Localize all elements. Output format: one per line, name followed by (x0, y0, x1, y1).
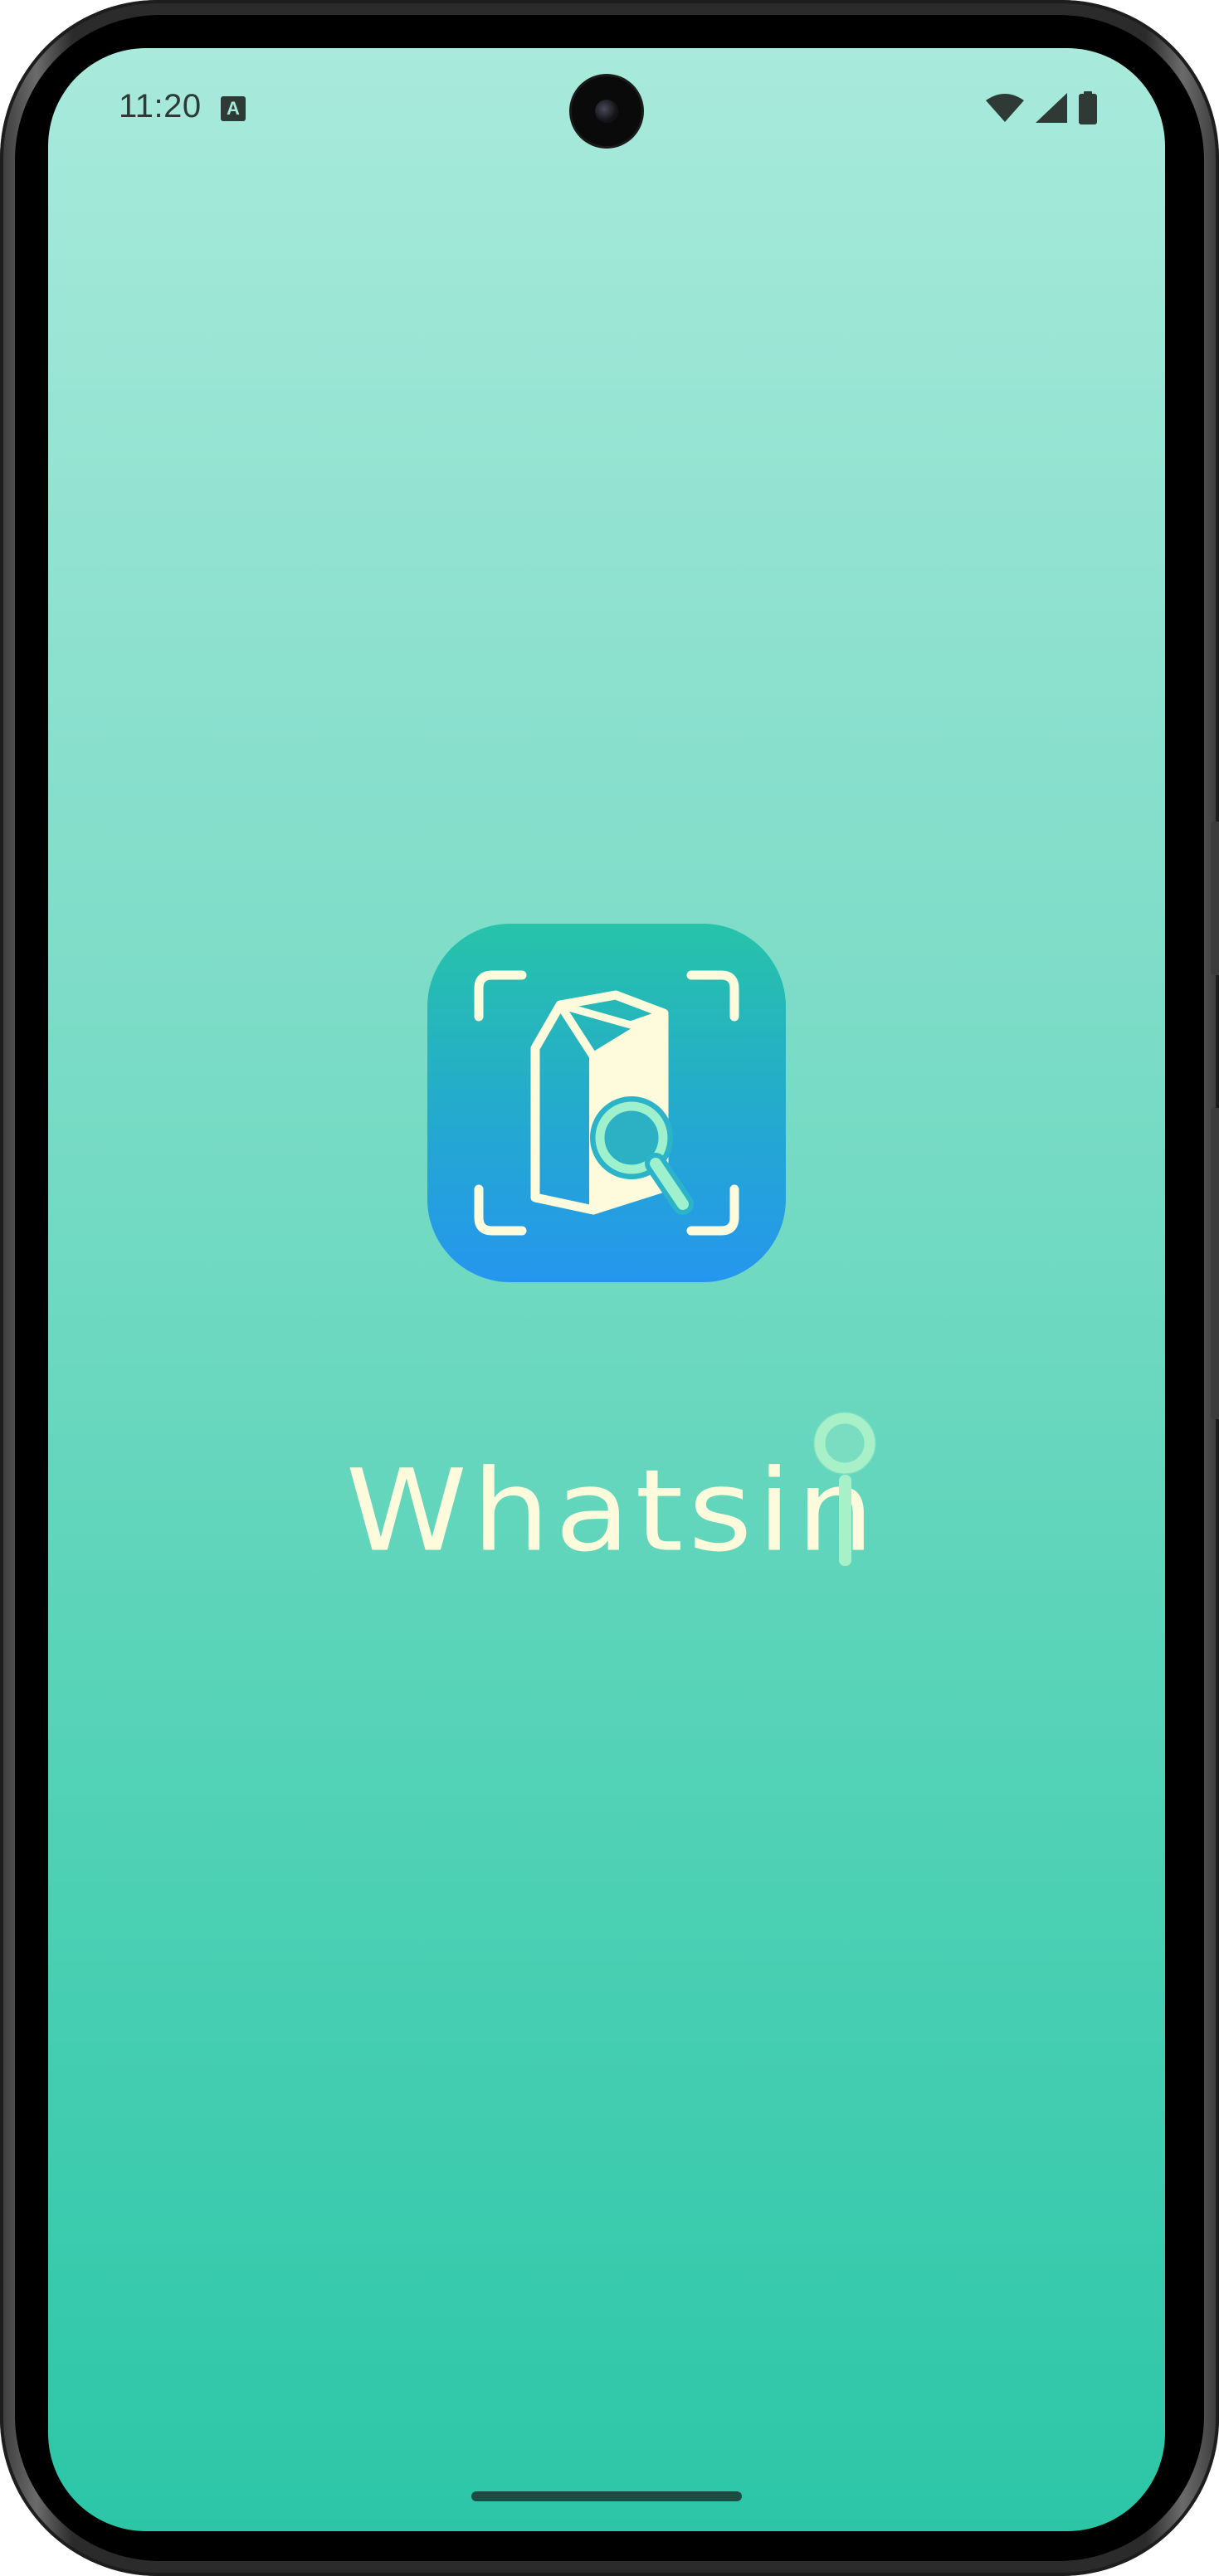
carton-magnifier-scan-icon (474, 970, 739, 1236)
front-camera (572, 76, 641, 146)
app-logo (427, 924, 786, 1282)
cellular-signal-icon (1036, 93, 1067, 123)
status-bar: 11:20 A (48, 48, 1165, 173)
status-time: 11:20 (119, 88, 202, 124)
a-letter-icon: A (221, 96, 246, 121)
magnifier-pin-icon (813, 1412, 876, 1566)
power-button (1211, 822, 1219, 975)
battery-icon (1079, 91, 1097, 124)
status-icons (986, 91, 1097, 124)
wifi-icon (986, 94, 1024, 122)
phone-frame: 11:20 A Whatsin (0, 0, 1219, 2576)
splash-screen: 11:20 A Whatsin (48, 48, 1165, 2531)
volume-button (1211, 1108, 1219, 1419)
app-name-wordmark: Whatsin (280, 1405, 944, 1577)
home-indicator[interactable] (471, 2491, 742, 2501)
